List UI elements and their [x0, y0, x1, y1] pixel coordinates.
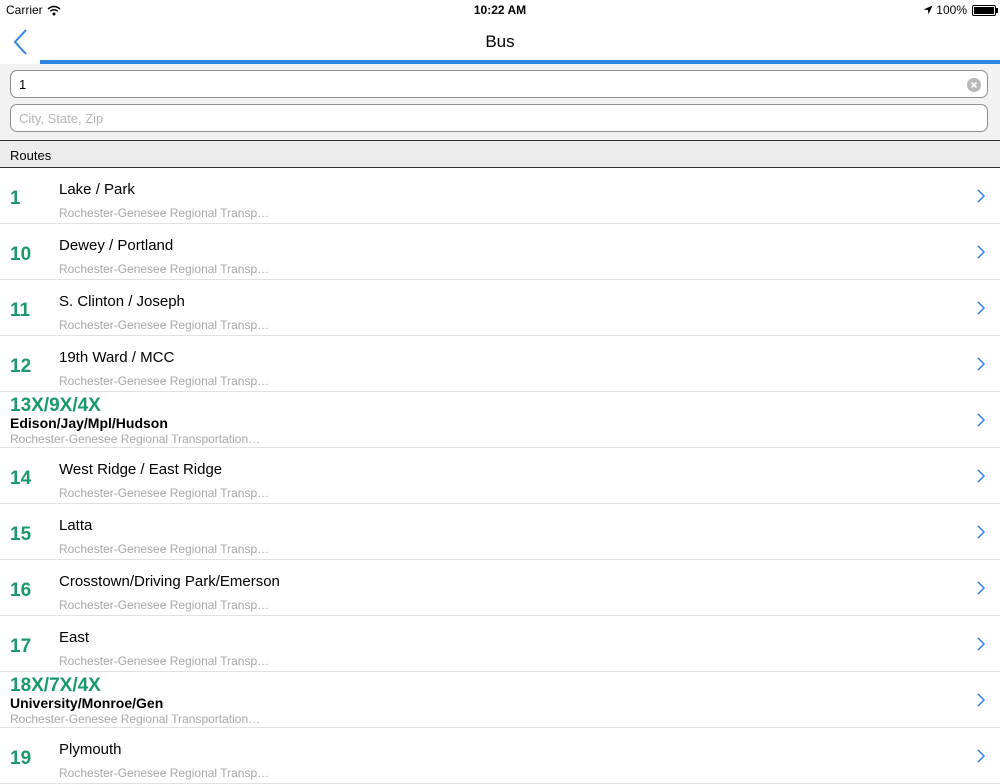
route-agency: Rochester-Genesee Regional Transp… — [59, 766, 270, 780]
route-number: 16 — [10, 580, 32, 601]
route-row[interactable]: 10 Dewey / Portland Rochester-Genesee Re… — [0, 224, 1000, 280]
route-number: 14 — [10, 468, 32, 489]
route-row[interactable]: 17 East Rochester-Genesee Regional Trans… — [0, 616, 1000, 672]
route-number: 1 — [10, 188, 21, 209]
route-number: 10 — [10, 244, 32, 265]
route-agency: Rochester-Genesee Regional Transp… — [59, 318, 270, 332]
routes-section-header: Routes — [0, 140, 1000, 168]
route-search-input[interactable] — [19, 71, 959, 97]
route-agency: Rochester-Genesee Regional Transp… — [59, 262, 270, 276]
route-number: 12 — [10, 356, 32, 377]
route-agency: Rochester-Genesee Regional Transp… — [59, 542, 270, 556]
city-search-input[interactable] — [19, 105, 959, 131]
chevron-right-icon — [977, 581, 986, 595]
route-row[interactable]: 19 Plymouth Rochester-Genesee Regional T… — [0, 728, 1000, 784]
route-agency: Rochester-Genesee Regional Transp… — [59, 206, 270, 220]
route-name: University/Monroe/Gen — [10, 695, 164, 711]
route-row[interactable]: 1 Lake / Park Rochester-Genesee Regional… — [0, 168, 1000, 224]
clear-button[interactable] — [967, 78, 981, 92]
city-search-field[interactable] — [10, 104, 988, 132]
location-arrow-icon — [923, 5, 933, 15]
route-name: Crosstown/Driving Park/Emerson — [59, 573, 280, 590]
route-number: 11 — [10, 300, 31, 321]
route-name: 19th Ward / MCC — [59, 349, 175, 366]
chevron-right-icon — [977, 749, 986, 763]
route-agency: Rochester-Genesee Regional Transportatio… — [10, 712, 261, 726]
chevron-right-icon — [977, 469, 986, 483]
chevron-right-icon — [977, 693, 986, 707]
route-name: East — [59, 629, 90, 646]
route-row[interactable]: 13X/9X/4X Edison/Jay/Mpl/Hudson Rocheste… — [0, 392, 1000, 448]
status-bar: Carrier 10:22 AM 100% — [0, 0, 1000, 20]
chevron-right-icon — [977, 245, 986, 259]
route-name: Lake / Park — [59, 181, 135, 198]
battery-percent: 100% — [936, 3, 967, 17]
chevron-right-icon — [977, 189, 986, 203]
route-row[interactable]: 11 S. Clinton / Joseph Rochester-Genesee… — [0, 280, 1000, 336]
chevron-right-icon — [977, 525, 986, 539]
route-row[interactable]: 16 Crosstown/Driving Park/Emerson Roches… — [0, 560, 1000, 616]
route-number: 18X/7X/4X — [10, 675, 101, 696]
route-agency: Rochester-Genesee Regional Transp… — [59, 598, 270, 612]
status-right: 100% — [923, 3, 998, 17]
route-row[interactable]: 12 19th Ward / MCC Rochester-Genesee Reg… — [0, 336, 1000, 392]
route-agency: Rochester-Genesee Regional Transp… — [59, 654, 270, 668]
route-number: 19 — [10, 748, 32, 769]
routes-list: 1 Lake / Park Rochester-Genesee Regional… — [0, 168, 1000, 784]
clear-circle-icon — [970, 81, 978, 89]
chevron-right-icon — [977, 637, 986, 651]
page-title: Bus — [485, 32, 515, 51]
route-row[interactable]: 14 West Ridge / East Ridge Rochester-Gen… — [0, 448, 1000, 504]
section-title: Routes — [10, 148, 52, 163]
status-time: 10:22 AM — [473, 3, 527, 17]
chevron-right-icon — [977, 357, 986, 371]
route-name: Edison/Jay/Mpl/Hudson — [10, 415, 168, 431]
route-agency: Rochester-Genesee Regional Transp… — [59, 486, 270, 500]
route-name: Dewey / Portland — [59, 237, 174, 254]
battery-icon — [972, 4, 998, 16]
navigation-bar: Bus — [0, 20, 1000, 65]
chevron-right-icon — [977, 301, 986, 315]
search-area — [0, 64, 1000, 140]
route-name: Latta — [59, 517, 93, 534]
route-number: 13X/9X/4X — [10, 395, 101, 416]
route-number: 15 — [10, 524, 32, 545]
route-name: West Ridge / East Ridge — [59, 461, 223, 478]
route-row[interactable]: 18X/7X/4X University/Monroe/Gen Rocheste… — [0, 672, 1000, 728]
chevron-right-icon — [977, 413, 986, 427]
route-row[interactable]: 15 Latta Rochester-Genesee Regional Tran… — [0, 504, 1000, 560]
route-number: 17 — [10, 636, 32, 657]
route-agency: Rochester-Genesee Regional Transp… — [59, 374, 270, 388]
route-name: S. Clinton / Joseph — [59, 293, 185, 310]
route-agency: Rochester-Genesee Regional Transportatio… — [10, 432, 261, 446]
route-search-field[interactable] — [10, 70, 988, 98]
